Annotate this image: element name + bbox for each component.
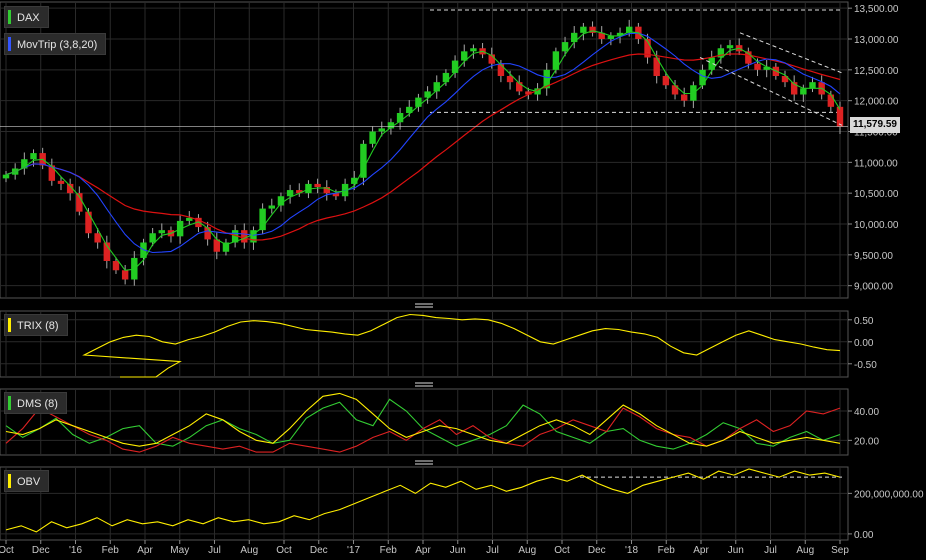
last-price-badge: 11,579.59 — [850, 117, 900, 133]
dax-chart-figure: 13,500.00 13,000.00 12,500.00 12,000.00 11,5… — [0, 1, 924, 556]
legend-dms-swatch — [8, 396, 11, 410]
x-tick-label: Oct — [554, 545, 570, 556]
x-tick-label: Sep — [831, 545, 849, 556]
x-tick-label: Apr — [693, 545, 709, 556]
y-tick-label: 9,500.00 — [854, 251, 893, 262]
x-tick-label: Jun — [728, 545, 744, 556]
legend-dax-swatch — [8, 10, 11, 24]
candle-body — [149, 233, 156, 243]
y-tick-label: 13,500.00 — [854, 4, 899, 15]
candle-body — [451, 60, 459, 73]
candle-body — [57, 180, 65, 184]
candle-body — [121, 270, 129, 280]
legend-trix-swatch — [8, 318, 11, 332]
candle-body — [809, 82, 816, 89]
y-tick-label: 13,000.00 — [854, 35, 899, 46]
x-axis: Oct Dec '16 Feb Apr May Jul Aug Oct Dec '17 Feb Apr J… — [0, 540, 849, 556]
panel-splitter-handle[interactable] — [415, 303, 433, 308]
y-tick-label: 10,500.00 — [854, 189, 899, 200]
candle-body — [241, 230, 248, 243]
candle-body — [836, 106, 844, 127]
y-tick-label: 0.00 — [854, 338, 874, 349]
x-tick-label: Apr — [415, 545, 431, 556]
panel-splitter-handle[interactable] — [415, 382, 433, 387]
candle-body — [286, 190, 294, 197]
x-tick-label: Dec — [588, 545, 606, 556]
candle-body — [314, 183, 321, 187]
candle-body — [561, 42, 569, 52]
y-tick-label: 12,000.00 — [854, 97, 899, 108]
trix-panel: 0.50 0.00 -0.50 — [0, 310, 877, 378]
panel-splitter-handle[interactable] — [415, 460, 433, 465]
y-tick-label: 12,500.00 — [854, 66, 899, 77]
x-tick-label: Apr — [137, 545, 153, 556]
x-tick-label: Jun — [450, 545, 466, 556]
x-tick-label: Oct — [0, 545, 14, 556]
candle-body — [369, 131, 376, 144]
y-tick-label: 0.50 — [854, 316, 874, 327]
y-tick-label: 0.00 — [854, 530, 874, 541]
y-tick-label: 10,000.00 — [854, 220, 899, 231]
legend-dax[interactable]: DAX — [4, 6, 49, 28]
candle-body — [30, 153, 37, 160]
y-tick-label: 9,000.00 — [854, 282, 893, 293]
candle-body — [580, 26, 587, 33]
candle-body — [378, 128, 385, 132]
x-tick-label: Feb — [380, 545, 398, 556]
legend-obv[interactable]: OBV — [4, 470, 50, 492]
x-tick-label: Feb — [658, 545, 676, 556]
candle-body — [158, 230, 166, 234]
x-tick-label: Aug — [796, 545, 814, 556]
legend-dax-label: DAX — [17, 12, 40, 24]
y-tick-label: 20.00 — [854, 436, 879, 447]
x-tick-label: May — [170, 545, 189, 556]
candle-body — [827, 94, 835, 107]
candle-body — [680, 94, 688, 101]
candle-body — [662, 76, 670, 86]
candle-body — [699, 69, 706, 86]
x-tick-label: Jul — [208, 545, 221, 556]
panel-frame — [0, 310, 849, 378]
panel-frame — [0, 388, 849, 456]
x-tick-label: Dec — [32, 545, 50, 556]
candle-body — [754, 63, 761, 70]
legend-obv-swatch — [8, 474, 11, 488]
candle-body — [94, 233, 101, 243]
x-tick-label: Jul — [764, 545, 777, 556]
dms-panel: 40.00 20.00 — [0, 388, 879, 456]
legend-trix[interactable]: TRIX (8) — [4, 314, 68, 336]
candle-body — [470, 48, 477, 52]
x-tick-label: '17 — [347, 545, 360, 556]
legend-trix-label: TRIX (8) — [17, 320, 59, 332]
x-tick-label: '18 — [625, 545, 638, 556]
legend-movtrip-swatch — [8, 37, 11, 51]
legend-dms-label: DMS (8) — [17, 398, 58, 410]
x-tick-label: Jul — [486, 545, 499, 556]
x-tick-label: '16 — [69, 545, 82, 556]
legend-dms[interactable]: DMS (8) — [4, 392, 67, 414]
candle-body — [800, 88, 807, 95]
legend-movtrip[interactable]: MovTrip (3,8,20) — [4, 33, 107, 55]
obv-panel: 200,000,000.00 0.00 — [0, 466, 924, 541]
x-tick-label: Oct — [276, 545, 292, 556]
panel-frame — [0, 466, 849, 541]
legend-movtrip-label: MovTrip (3,8,20) — [17, 39, 98, 51]
x-tick-label: Aug — [518, 545, 536, 556]
candle-body — [268, 205, 275, 209]
legend-obv-label: OBV — [17, 476, 41, 488]
x-tick-label: Dec — [310, 545, 328, 556]
candle-body — [442, 72, 450, 83]
candle-body — [2, 174, 10, 179]
x-tick-label: Feb — [102, 545, 120, 556]
y-tick-label: 11,000.00 — [854, 158, 898, 169]
candle-body — [497, 63, 505, 76]
price-panel: 13,500.00 13,000.00 12,500.00 12,000.00 11,5… — [0, 1, 899, 299]
y-tick-label: 200,000,000.00 — [854, 489, 924, 500]
y-tick-label: -0.50 — [854, 360, 877, 371]
candle-body — [112, 261, 120, 271]
candle-body — [85, 211, 92, 234]
y-tick-label: 40.00 — [854, 407, 879, 418]
x-tick-label: Aug — [240, 545, 258, 556]
candle-body — [726, 45, 734, 49]
